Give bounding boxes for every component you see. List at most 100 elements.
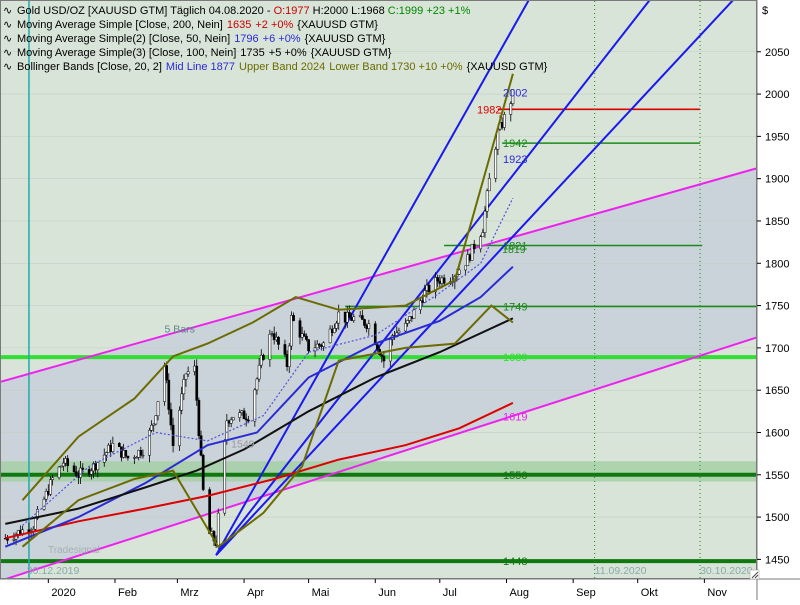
legend-row-price[interactable]: ∿ Gold USD/OZ [XAUUSD GTM] Täglich 04.08… <box>3 5 471 17</box>
candle-body <box>421 300 424 303</box>
candle-body <box>436 277 440 282</box>
candle-body <box>231 417 235 421</box>
candle-body <box>419 300 422 310</box>
candle-body <box>120 446 123 458</box>
candle-body <box>253 389 257 422</box>
candle-body <box>425 284 429 291</box>
legend-row-ma100[interactable]: ∿ Moving Average Simple(3) [Close, 100, … <box>3 47 392 59</box>
legend-bb-mid: Mid Line 1877 <box>166 61 235 73</box>
watermark: Tradesignal <box>48 545 100 556</box>
candle <box>216 508 220 549</box>
candle <box>197 397 201 440</box>
candle-body <box>317 343 321 346</box>
candle-body <box>307 339 310 352</box>
candle-body <box>345 312 349 323</box>
candle-body <box>44 491 48 500</box>
candle-body <box>225 420 229 441</box>
legend-row-ma50[interactable]: ∿ Moving Average Simple(2) [Close, 50, N… <box>3 33 386 45</box>
candle-body <box>109 444 113 452</box>
candle-body <box>483 210 487 233</box>
candle-body <box>290 315 293 347</box>
candle-body <box>330 328 334 333</box>
candle-body <box>193 365 196 372</box>
candle <box>253 388 257 427</box>
legend-bb-tail: {XAUUSD GTM} <box>467 61 548 73</box>
candle-body <box>79 467 82 478</box>
level-label-1923: 1923 <box>503 154 527 166</box>
candle-body <box>96 462 100 471</box>
price-tick-label: 1900 <box>765 174 789 186</box>
candle-body <box>111 443 115 452</box>
candle-body <box>320 345 323 347</box>
level-label-1550: 1550 <box>503 470 527 482</box>
candle-body <box>182 379 186 395</box>
candle-body <box>315 343 319 349</box>
candle-body <box>367 323 371 329</box>
annotation: 30.12.2019 <box>27 565 80 577</box>
candle-body <box>479 236 483 250</box>
candle-body <box>406 320 409 324</box>
candle-body <box>165 365 168 381</box>
legend-close: C:1999 +23 +1% <box>388 5 471 17</box>
candle-body <box>195 365 199 401</box>
price-tick-label: 2050 <box>765 47 789 59</box>
candle-body <box>380 354 384 357</box>
candle-body <box>438 280 442 284</box>
candle-body <box>64 458 67 464</box>
legend-ma50-change: +6 +0% <box>263 33 301 45</box>
price-chart[interactable]: 5 Bars1819154911.09.2020 30.10.202030.12.… <box>0 0 800 600</box>
svg-text:Moving Average Simple(2) [Clos: Moving Average Simple(2) [Close, 50, Nei… <box>17 33 386 45</box>
candle <box>178 406 181 452</box>
candle <box>290 311 293 351</box>
candle-body <box>74 471 78 477</box>
legend-ma200-change: +2 +0% <box>255 19 293 31</box>
time-tick-label: Sep <box>576 587 596 599</box>
time-tick-label: Aug <box>509 587 529 599</box>
candle-body <box>201 454 205 490</box>
candle-body <box>277 336 280 345</box>
candle-body <box>500 122 504 128</box>
candle-body <box>487 178 491 192</box>
candle <box>470 243 474 261</box>
candle-body <box>382 356 386 362</box>
chart-wave-icon: ∿ <box>3 19 12 31</box>
time-tick-label: Mai <box>312 587 330 599</box>
candle-body <box>302 333 306 337</box>
legend-row-bollinger[interactable]: ∿ Bollinger Bands [Close, 20, 2] Mid Line… <box>3 61 548 73</box>
candle-body <box>34 518 37 530</box>
candle-body <box>240 410 244 413</box>
candle-body <box>343 311 347 323</box>
candle-body <box>333 328 336 333</box>
resize-corner-icon[interactable] <box>749 569 760 580</box>
candle-body <box>427 284 431 293</box>
candle-body <box>361 315 364 320</box>
candle-body <box>274 336 278 341</box>
candle-body <box>481 232 485 237</box>
price-tick-label: 1700 <box>765 343 789 355</box>
candle-body <box>51 477 54 480</box>
candle-body <box>126 455 130 459</box>
candle-body <box>257 364 261 380</box>
legend-ma100-name: Moving Average Simple(3) [Close, 100, Ne… <box>17 47 236 59</box>
level-label-1448: 1448 <box>503 556 527 568</box>
candle-body <box>94 463 97 471</box>
legend-ma100-change: +5 +0% <box>269 47 307 59</box>
price-tick-label: 1600 <box>765 427 789 439</box>
candle-body <box>363 319 366 326</box>
candle-body <box>335 322 338 329</box>
candle-body <box>348 312 351 318</box>
candle-body <box>227 420 231 424</box>
candle-body <box>408 316 412 321</box>
candle-body <box>365 325 369 329</box>
candle-body <box>152 423 156 426</box>
candle <box>231 417 235 421</box>
legend-row-ma200[interactable]: ∿ Moving Average Simple [Close, 200, Nei… <box>3 19 378 31</box>
candle-body <box>66 458 70 467</box>
candle <box>373 321 377 346</box>
candle <box>163 362 166 406</box>
candle-body <box>494 148 498 179</box>
candle-body <box>440 277 444 284</box>
svg-text:Moving Average Simple(3) [Clos: Moving Average Simple(3) [Close, 100, Ne… <box>17 47 392 59</box>
annotation: 11.09.2020 <box>595 565 647 577</box>
price-tick-label: 1850 <box>765 216 789 228</box>
